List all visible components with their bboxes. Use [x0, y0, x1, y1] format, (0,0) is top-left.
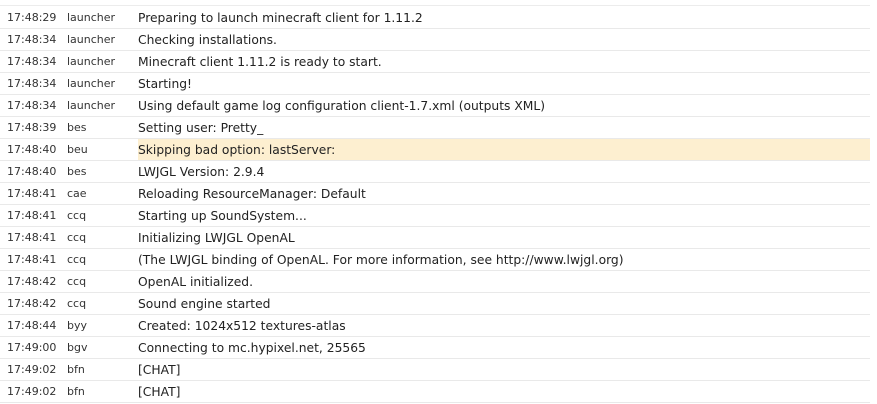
log-source: ccq — [67, 231, 87, 244]
log-row[interactable]: 17:49:02 bfn [CHAT] — [0, 381, 870, 403]
log-source: launcher — [67, 11, 116, 24]
log-source: launcher — [67, 99, 116, 112]
log-time: 17:48:41 — [7, 253, 57, 266]
log-time: 17:48:34 — [7, 77, 57, 90]
log-source: launcher — [67, 77, 116, 90]
log-source: ccq — [67, 297, 87, 310]
log-time: 17:48:42 — [7, 275, 57, 288]
log-source: ccq — [67, 253, 87, 266]
log-message: Starting! — [138, 76, 192, 91]
log-source: launcher — [67, 33, 116, 46]
log-message: Skipping bad option: lastServer: — [138, 142, 336, 157]
log-time: 17:49:02 — [7, 363, 57, 376]
log-row[interactable]: 17:48:39 bes Setting user: Pretty_ — [0, 117, 870, 139]
log-row[interactable]: 17:48:29 launcher Preparing to launch mi… — [0, 7, 870, 29]
log-time: 17:48:41 — [7, 231, 57, 244]
log-row[interactable]: 17:48:34 launcher Checking installations… — [0, 29, 870, 51]
log-source: beu — [67, 139, 138, 160]
log-message: Minecraft client 1.11.2 is ready to star… — [138, 54, 382, 69]
log-row[interactable]: 17:48:44 byy Created: 1024x512 textures-… — [0, 315, 870, 337]
log-time: 17:48:39 — [7, 121, 57, 134]
log-source: byy — [67, 319, 88, 332]
log-message: Connecting to mc.hypixel.net, 25565 — [138, 340, 366, 355]
log-row[interactable]: 17:48:42 ccq OpenAL initialized. — [0, 271, 870, 293]
log-source: cae — [67, 187, 87, 200]
log-time: 17:48:29 — [7, 11, 57, 24]
log-top-divider — [0, 5, 870, 6]
log-time: 17:48:41 — [7, 187, 57, 200]
log-message: LWJGL Version: 2.9.4 — [138, 164, 265, 179]
log-message: Initializing LWJGL OpenAL — [138, 230, 295, 245]
log-message: Checking installations. — [138, 32, 277, 47]
log-time: 17:48:34 — [7, 99, 57, 112]
game-output-log[interactable]: 17:48:29 launcher Preparing to launch mi… — [0, 0, 877, 404]
log-row[interactable]: 17:48:41 ccq (The LWJGL binding of OpenA… — [0, 249, 870, 271]
log-source: bfn — [67, 363, 85, 376]
log-row[interactable]: 17:48:34 launcher Minecraft client 1.11.… — [0, 51, 870, 73]
log-time: 17:49:02 — [7, 385, 57, 398]
log-message: (The LWJGL binding of OpenAL. For more i… — [138, 252, 624, 267]
log-time: 17:48:40 — [7, 165, 57, 178]
log-time: 17:48:44 — [7, 319, 57, 332]
log-source: bes — [67, 121, 87, 134]
log-source: ccq — [67, 209, 87, 222]
log-message: [CHAT] — [138, 362, 181, 377]
log-row-warning[interactable]: 17:48:40 beu Skipping bad option: lastSe… — [0, 139, 870, 161]
log-source: launcher — [67, 55, 116, 68]
log-time: 17:49:00 — [7, 341, 57, 354]
log-source: bgv — [67, 341, 88, 354]
log-message: [CHAT] — [138, 384, 181, 399]
log-source: ccq — [67, 275, 87, 288]
log-source: bes — [67, 165, 87, 178]
log-row[interactable]: 17:49:02 bfn [CHAT] — [0, 359, 870, 381]
log-source: bfn — [67, 385, 85, 398]
log-time: 17:48:41 — [7, 209, 57, 222]
log-message: Created: 1024x512 textures-atlas — [138, 318, 346, 333]
log-message: Reloading ResourceManager: Default — [138, 186, 366, 201]
log-row[interactable]: 17:48:40 bes LWJGL Version: 2.9.4 — [0, 161, 870, 183]
log-message: OpenAL initialized. — [138, 274, 253, 289]
log-message: Starting up SoundSystem... — [138, 208, 307, 223]
log-row[interactable]: 17:48:41 ccq Initializing LWJGL OpenAL — [0, 227, 870, 249]
log-message: Sound engine started — [138, 296, 271, 311]
log-time: 17:48:40 — [0, 139, 67, 160]
log-row[interactable]: 17:48:34 launcher Starting! — [0, 73, 870, 95]
log-message: Preparing to launch minecraft client for… — [138, 10, 423, 25]
log-time: 17:48:34 — [7, 55, 57, 68]
log-row[interactable]: 17:49:00 bgv Connecting to mc.hypixel.ne… — [0, 337, 870, 359]
log-row[interactable]: 17:48:34 launcher Using default game log… — [0, 95, 870, 117]
log-message: Setting user: Pretty_ — [138, 120, 264, 135]
log-row[interactable]: 17:48:42 ccq Sound engine started — [0, 293, 870, 315]
log-row[interactable]: 17:48:41 ccq Starting up SoundSystem... — [0, 205, 870, 227]
log-message: Using default game log configuration cli… — [138, 98, 546, 113]
log-time: 17:48:34 — [7, 33, 57, 46]
log-row[interactable]: 17:48:41 cae Reloading ResourceManager: … — [0, 183, 870, 205]
log-time: 17:48:42 — [7, 297, 57, 310]
